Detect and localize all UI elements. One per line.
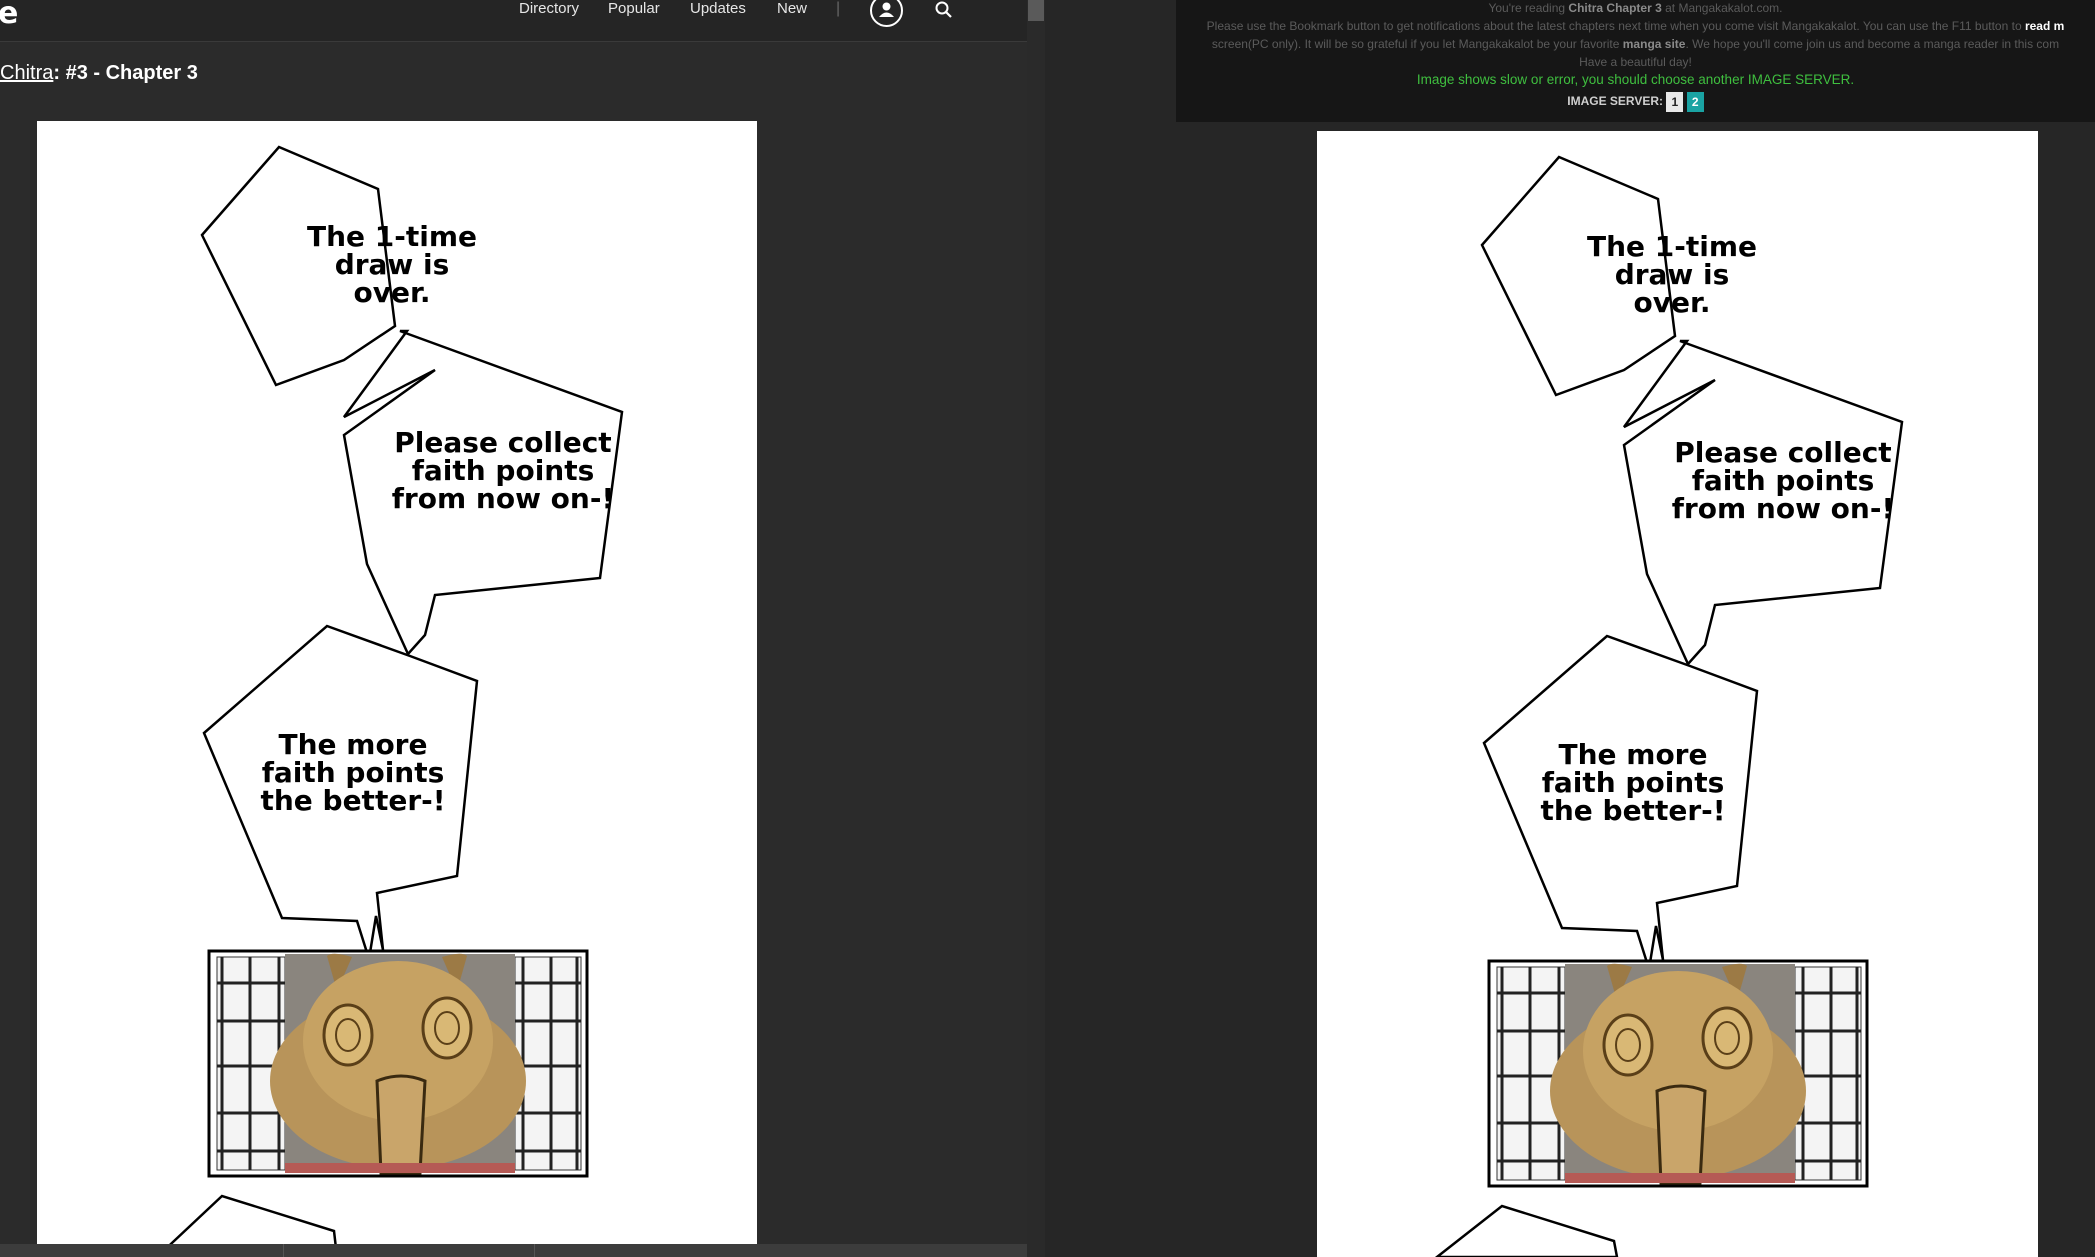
- image-server-label: IMAGE SERVER:: [1567, 94, 1664, 109]
- notice-line-3: screen(PC only). It will be so grateful …: [1211, 37, 2060, 51]
- notice-line-2: Please use the Bookmark button to get no…: [1206, 19, 2065, 33]
- bubble-1-line-3: over.: [1634, 286, 1711, 319]
- left-browser-window: e Directory Popular Updates New | Chitra…: [0, 0, 1027, 1257]
- bubble-3-line-3: the better-!: [1540, 794, 1725, 827]
- scrollbar-track[interactable]: [1027, 0, 1045, 1257]
- bubble-3-line-3: the better-!: [260, 784, 445, 817]
- slow-image-notice: Image shows slow or error, you should ch…: [1416, 72, 1855, 87]
- bubble-2-line-3: from now on-!: [1672, 492, 1895, 525]
- manga-panel-art: The 1-time draw is over. Please collect …: [155, 145, 624, 1257]
- character-panel: [1487, 959, 1869, 1188]
- reading-notice-panel: You're reading Chitra Chapter 3 at Manga…: [1176, 0, 2095, 122]
- search-icon[interactable]: [934, 0, 954, 20]
- nav-popular-link[interactable]: Popular: [608, 0, 660, 17]
- top-navigation-bar: e Directory Popular Updates New |: [0, 0, 1027, 42]
- bubble-1-line-3: over.: [354, 276, 431, 309]
- right-browser-window: You're reading Chitra Chapter 3 at Manga…: [1045, 0, 2095, 1257]
- notice-line-1: You're reading Chitra Chapter 3 at Manga…: [1488, 1, 1783, 15]
- chapter-breadcrumb: Chitra: #3 - Chapter 3: [0, 62, 198, 85]
- nav-separator: |: [836, 0, 841, 17]
- manga-panel-art: The 1-time draw is over. Please collect …: [1434, 155, 1904, 1257]
- image-server-2-button[interactable]: 2: [1686, 92, 1704, 112]
- manga-page-image: The 1-time draw is over. Please collect …: [1317, 131, 2038, 1257]
- user-icon[interactable]: [870, 0, 903, 27]
- nav-updates-link[interactable]: Updates: [690, 0, 746, 17]
- chapter-name: Chitra Chapter 3: [1568, 1, 1662, 15]
- toolbar-divider: [283, 1244, 284, 1257]
- manga-site-link[interactable]: manga site: [1623, 37, 1686, 51]
- notice-line-4: Have a beautiful day!: [1579, 55, 1692, 69]
- bubble-2-line-3: from now on-!: [392, 482, 615, 515]
- bottom-toolbar: [0, 1244, 1027, 1257]
- site-logo[interactable]: e: [0, 0, 18, 31]
- character-panel: [207, 949, 589, 1178]
- chapter-title: : #3 - Chapter 3: [53, 62, 198, 84]
- series-link[interactable]: Chitra: [0, 62, 53, 84]
- image-server-selector: IMAGE SERVER: 1 2: [1176, 92, 2095, 112]
- scrollbar-thumb[interactable]: [1028, 0, 1044, 21]
- image-server-1-button[interactable]: 1: [1666, 92, 1684, 112]
- nav-directory-link[interactable]: Directory: [519, 0, 579, 17]
- nav-new-link[interactable]: New: [777, 0, 807, 17]
- toolbar-divider: [534, 1244, 535, 1257]
- read-mode-link[interactable]: read m: [2025, 19, 2064, 33]
- manga-page-image: The 1-time draw is over. Please collect …: [37, 121, 757, 1257]
